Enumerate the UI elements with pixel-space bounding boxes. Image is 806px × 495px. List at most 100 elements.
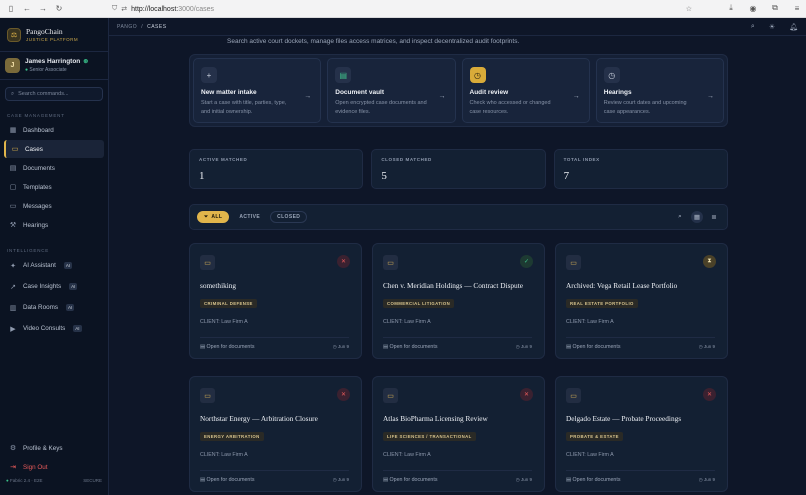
sidebar-item-hearings[interactable]: ⚒ Hearings — [4, 216, 104, 234]
action-title: Audit review — [469, 89, 509, 96]
case-footer: ▤ Open for documents ◷ Jun 9 — [383, 470, 532, 483]
filter-closed[interactable]: CLOSED — [270, 211, 308, 223]
grid-view-icon[interactable]: ▦ — [691, 211, 703, 223]
sidebar-item-documents[interactable]: ▤ Documents — [4, 159, 104, 177]
sidebar-item-data-rooms[interactable]: ▥ Data Rooms AI — [4, 298, 104, 317]
case-date: ◷ Jun 9 — [333, 477, 349, 483]
secure-status: SECURE — [83, 478, 102, 483]
address-bar[interactable]: ⛉ ⇄ http://localhost: 3000/cases ☆ — [112, 3, 692, 15]
document-icon: ▤ — [200, 344, 206, 350]
sidebar-item-video-consults[interactable]: ▶ Video Consults AI — [4, 319, 104, 338]
action-hearings[interactable]: ◷ Hearings Review court dates and upcomi… — [595, 58, 724, 123]
user-role: Senior Associate — [29, 67, 67, 73]
database-icon: ▥ — [9, 304, 17, 312]
section-intelligence: INTELLIGENCE — [7, 248, 50, 253]
open-documents-link[interactable]: ▤ Open for documents — [566, 344, 621, 350]
case-title: Delgado Estate — Probate Proceedings — [566, 414, 682, 423]
case-card[interactable]: ▭ ✕ Northstar Energy — Arbitration Closure… — [189, 376, 362, 492]
arrow-right-icon: → — [304, 93, 312, 100]
download-icon[interactable]: ⤓ — [726, 3, 736, 13]
case-title: somethiking — [200, 281, 237, 290]
list-view-icon[interactable]: ≣ — [708, 211, 720, 223]
sign-out-button[interactable]: ⇥ Sign Out — [4, 458, 104, 476]
case-card[interactable]: ▭ ⧗ Archived: Vega Retail Lease Portfolio R… — [555, 243, 728, 359]
date-label: Jun 9 — [337, 344, 349, 349]
open-documents-link[interactable]: ▤ Open for documents — [566, 477, 621, 483]
page-description: Search active court dockets, manage file… — [227, 38, 520, 45]
sidebar-item-case-insights[interactable]: ↗ Case Insights AI — [4, 277, 104, 296]
stat-total: TOTAL INDEX 7 — [553, 149, 728, 189]
url-host: http://localhost: — [131, 5, 179, 13]
bell-icon[interactable]: 🔔︎ — [789, 23, 798, 31]
date-label: Jun 9 — [703, 477, 715, 482]
back-icon[interactable]: ← — [22, 4, 32, 14]
trend-icon: ↗ — [10, 283, 16, 291]
ai-badge: AI — [66, 304, 75, 311]
gear-icon: ⚙ — [9, 445, 17, 452]
filter-all[interactable]: ⏷ ALL — [197, 211, 230, 223]
case-tag: COMMERCIAL LITIGATION — [383, 299, 455, 308]
search-icon[interactable]: ⌕ — [751, 23, 755, 31]
folder-icon: ▭ — [200, 388, 215, 403]
breadcrumb-current: CASES — [147, 23, 167, 30]
breadcrumb-root[interactable]: PANGO — [117, 24, 137, 30]
open-documents-link[interactable]: ▤ Open for documents — [200, 344, 255, 350]
theme-toggle-icon[interactable]: ☀ — [769, 23, 775, 31]
brand[interactable]: ⚖ PangoChain JUSTICE PLATFORM — [0, 18, 108, 52]
arrow-right-icon: → — [438, 93, 446, 100]
bookmark-star-icon[interactable]: ☆ — [686, 5, 692, 13]
sidebar-item-dashboard[interactable]: ▦ Dashboard — [4, 121, 104, 139]
case-client: CLIENT: Law Firm A — [383, 319, 431, 325]
case-card[interactable]: ▭ ✕ somethiking CRIMINAL DEFENSE CLIENT: Law… — [189, 243, 362, 359]
sidebar-item-ai-assistant[interactable]: ✦ AI Assistant AI — [4, 256, 104, 275]
nav-intelligence: ✦ AI Assistant AI ↗ Case Insights AI ▥ Data R… — [0, 256, 108, 338]
open-documents-link[interactable]: ▤ Open for documents — [383, 477, 438, 483]
sidebar-toggle-icon[interactable]: ▯ — [6, 4, 16, 14]
account-icon[interactable]: ◉ — [748, 3, 758, 13]
nav-label: Documents — [23, 164, 55, 172]
sidebar-item-cases[interactable]: ▭ Cases — [4, 140, 104, 158]
nav-label: Hearings — [23, 221, 49, 229]
user-card[interactable]: J James Harrington ⊛ ● Senior Associate — [0, 52, 108, 80]
action-new-matter[interactable]: + New matter intake Start a case with ti… — [193, 58, 322, 123]
clock-icon: ◷ — [698, 477, 703, 482]
sidebar-item-templates[interactable]: ▢ Templates — [4, 178, 104, 196]
case-tag: PROBATE & ESTATE — [566, 432, 623, 441]
case-client: CLIENT: Law Firm A — [383, 452, 431, 458]
case-card[interactable]: ▭ ✕ Delgado Estate — Probate Proceedings PR… — [555, 376, 728, 492]
action-audit-review[interactable]: ◷ Audit review Check who accessed or cha… — [461, 58, 590, 123]
action-title: Hearings — [603, 89, 632, 96]
nav-label: Cases — [25, 145, 43, 153]
sidebar-item-messages[interactable]: ▭ Messages — [4, 197, 104, 215]
ai-badge: AI — [63, 262, 73, 269]
forward-icon[interactable]: → — [38, 4, 48, 14]
gavel-icon: ⚒ — [9, 222, 17, 229]
extensions-icon[interactable]: ⧉ — [770, 3, 780, 13]
search-icon[interactable]: ⌕ — [674, 211, 686, 223]
case-footer: ▤ Open for documents ◷ Jun 9 — [200, 470, 349, 483]
case-footer: ▤ Open for documents ◷ Jun 9 — [566, 470, 715, 483]
action-document-vault[interactable]: ▤ Document vault Open encrypted case doc… — [327, 58, 456, 123]
nav-case-management: ▦ Dashboard ▭ Cases ▤ Documents ▢ Templates … — [0, 121, 108, 234]
command-search[interactable]: ⌕ Search commands... — [5, 87, 103, 101]
action-title: Document vault — [335, 89, 385, 96]
case-title: Atlas BioPharma Licensing Review — [383, 414, 488, 423]
case-card[interactable]: ▭ ✓ Chen v. Meridian Holdings — Contract D… — [372, 243, 545, 359]
folder-icon: ▭ — [566, 255, 581, 270]
folder-icon: ▭ — [200, 255, 215, 270]
menu-icon[interactable]: ≡ — [792, 3, 802, 13]
brand-name: PangoChain — [26, 27, 63, 36]
clock-icon: ◷ — [332, 344, 337, 349]
case-card[interactable]: ▭ ✕ Atlas BioPharma Licensing Review LIFE S… — [372, 376, 545, 492]
filter-icon: ⏷ — [204, 214, 209, 220]
sidebar-item-profile[interactable]: ⚙ Profile & Keys — [4, 439, 104, 457]
open-documents-link[interactable]: ▤ Open for documents — [383, 344, 438, 350]
filter-active[interactable]: ACTIVE — [233, 211, 266, 223]
stat-value: 5 — [381, 170, 387, 182]
reload-icon[interactable]: ↻ — [54, 4, 64, 14]
verified-icon: ⊛ — [83, 59, 89, 65]
document-icon: ▤ — [383, 344, 389, 350]
action-title: New matter intake — [201, 89, 257, 96]
open-documents-link[interactable]: ▤ Open for documents — [200, 477, 255, 483]
nav-label: Case Insights — [23, 283, 62, 290]
